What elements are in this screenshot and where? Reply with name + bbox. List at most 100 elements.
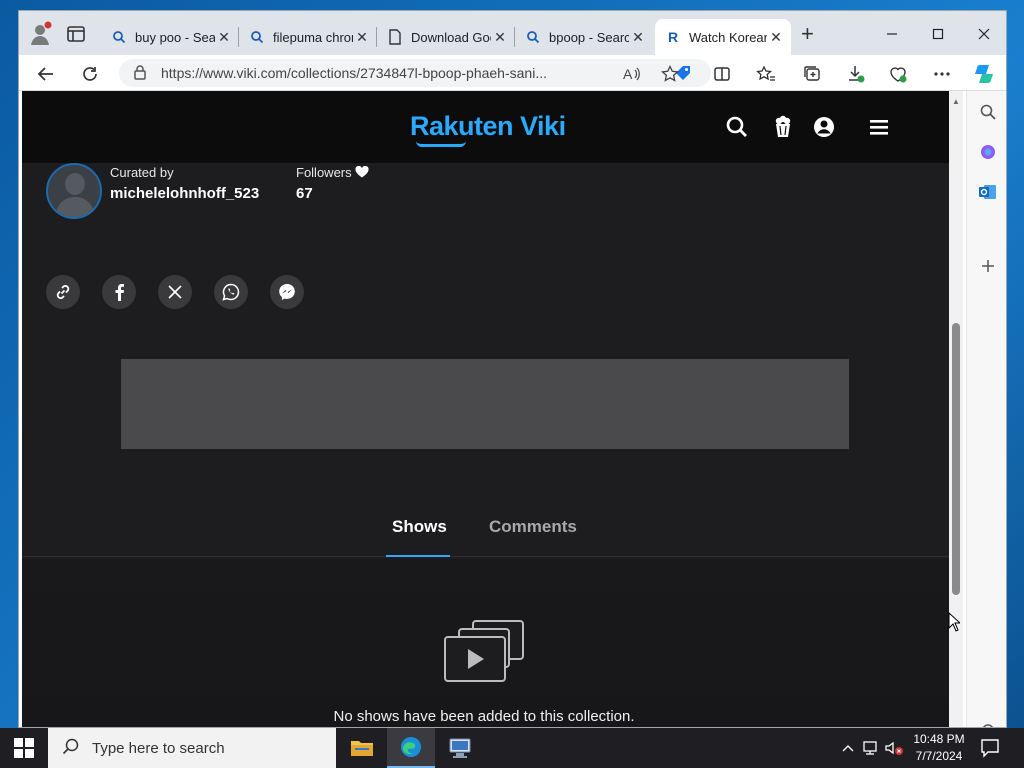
windows-taskbar: Type here to search 10:48 PM 7/7/2024 — [0, 728, 1024, 768]
popcorn-icon[interactable] — [769, 113, 797, 141]
favorite-star-icon[interactable] — [657, 61, 683, 87]
chevron-up-icon[interactable] — [838, 738, 858, 758]
volume-muted-icon[interactable] — [884, 738, 904, 758]
sidebar-copilot-icon[interactable] — [977, 141, 999, 163]
search-icon — [111, 29, 127, 45]
tab-title: filepuma chrome — [273, 29, 353, 45]
avatar-body — [56, 197, 94, 217]
profile-icon[interactable] — [27, 21, 53, 47]
network-icon[interactable] — [861, 738, 881, 758]
brand-name: Rakuten Viki — [410, 111, 566, 141]
taskbar-search-box[interactable]: Type here to search — [48, 728, 336, 768]
browser-tab[interactable]: Download Google ✕ — [377, 19, 515, 55]
search-icon[interactable] — [723, 113, 751, 141]
tab-title: buy poo - Search — [135, 29, 215, 45]
followers-count: 67 — [296, 185, 313, 202]
tab-strip: buy poo - Search ✕ filepuma chrome ✕ Dow… — [19, 11, 1006, 55]
close-tab-icon[interactable]: ✕ — [353, 28, 371, 46]
edge-taskbar-icon[interactable] — [387, 728, 435, 768]
tab-title: bpoop - Search — [549, 29, 629, 45]
browser-tab[interactable]: filepuma chrome ✕ — [239, 19, 377, 55]
curated-by-label: Curated by — [110, 165, 174, 180]
network-app-icon[interactable] — [436, 728, 484, 768]
maximize-button[interactable] — [915, 19, 961, 49]
clock-time: 10:48 PM — [913, 732, 965, 746]
viki-icon: R — [667, 29, 679, 45]
scrollbar-thumb[interactable] — [952, 323, 960, 595]
browser-tab[interactable]: buy poo - Search ✕ — [101, 19, 239, 55]
windows-start-icon[interactable] — [14, 738, 34, 758]
messenger-icon[interactable] — [270, 275, 304, 309]
sidebar-settings-icon[interactable] — [977, 719, 999, 727]
minimize-button[interactable] — [869, 19, 915, 49]
empty-message: No shows have been added to this collect… — [333, 708, 635, 725]
favorites-icon[interactable] — [753, 61, 779, 87]
back-button[interactable] — [33, 61, 59, 87]
viki-logo[interactable]: Rakuten Viki — [410, 111, 566, 147]
page-viewport: Rakuten Viki Curated by michelelohnhoff_… — [22, 91, 949, 727]
curator-name-link[interactable]: michelelohnhoff_523 — [110, 185, 259, 202]
close-tab-icon[interactable]: ✕ — [629, 28, 647, 46]
browser-essentials-icon[interactable] — [885, 61, 911, 87]
svg-text:A: A — [623, 66, 633, 82]
mouse-cursor — [948, 611, 962, 632]
system-clock[interactable]: 10:48 PM 7/7/2024 — [906, 731, 972, 765]
search-icon — [62, 737, 80, 759]
curator-info: Curated by michelelohnhoff_523 Followers… — [46, 163, 926, 233]
lock-icon[interactable] — [133, 64, 149, 83]
close-tab-icon[interactable]: ✕ — [767, 28, 785, 46]
collection-tabs: Shows Comments — [22, 503, 949, 557]
scroll-up-icon[interactable]: ▲ — [952, 97, 960, 106]
sidebar-search-icon[interactable] — [977, 101, 999, 123]
avatar-head — [65, 173, 85, 195]
add-sidebar-app-icon[interactable] — [977, 255, 999, 277]
browser-tab-active[interactable]: R Watch Korean ✕ — [655, 19, 791, 55]
collections-icon[interactable] — [799, 61, 825, 87]
new-tab-button[interactable]: + — [801, 23, 814, 45]
notification-icon[interactable] — [980, 738, 1002, 758]
browser-toolbar: https://www.viki.com/collections/2734847… — [19, 55, 1006, 91]
active-tab-indicator — [386, 555, 450, 557]
facebook-icon[interactable] — [102, 275, 136, 309]
x-twitter-icon[interactable] — [158, 275, 192, 309]
tab-comments[interactable]: Comments — [489, 517, 577, 537]
edge-sidebar — [966, 91, 1006, 727]
logo-swoosh — [416, 141, 466, 147]
browser-tab[interactable]: bpoop - Search ✕ — [515, 19, 653, 55]
close-tab-icon[interactable]: ✕ — [491, 28, 509, 46]
site-header: Rakuten Viki — [22, 91, 949, 163]
empty-shows-state: No shows have been added to this collect… — [22, 559, 949, 727]
clock-date: 7/7/2024 — [915, 749, 963, 763]
tab-title: Download Google — [411, 29, 491, 45]
downloads-icon[interactable] — [843, 61, 869, 87]
hamburger-menu-icon[interactable] — [865, 113, 893, 141]
tab-actions-icon[interactable] — [65, 23, 87, 45]
refresh-button[interactable] — [77, 61, 103, 87]
followers-label: Followers — [296, 165, 369, 180]
read-aloud-icon[interactable]: A — [619, 61, 645, 87]
copy-link-icon[interactable] — [46, 275, 80, 309]
page-scrollbar[interactable]: ▲ — [949, 91, 963, 727]
taskbar-search-placeholder: Type here to search — [92, 739, 225, 757]
browser-window: buy poo - Search ✕ filepuma chrome ✕ Dow… — [18, 10, 1007, 728]
tab-title: Watch Korean — [689, 29, 767, 45]
more-options-icon[interactable] — [929, 61, 955, 87]
outlook-icon[interactable] — [977, 181, 999, 203]
video-stack-icon — [443, 619, 527, 685]
search-icon — [525, 29, 541, 45]
url-text[interactable]: https://www.viki.com/collections/2734847… — [161, 65, 667, 81]
whatsapp-icon[interactable] — [214, 275, 248, 309]
page-icon — [387, 29, 403, 45]
close-tab-icon[interactable]: ✕ — [215, 28, 233, 46]
copilot-icon[interactable] — [971, 61, 997, 87]
ad-banner-placeholder — [121, 359, 849, 449]
file-explorer-icon[interactable] — [338, 728, 386, 768]
split-screen-icon[interactable] — [709, 61, 735, 87]
close-window-button[interactable] — [961, 19, 1006, 49]
heart-icon[interactable] — [355, 165, 369, 178]
search-icon — [249, 29, 265, 45]
tab-shows[interactable]: Shows — [392, 517, 447, 537]
account-icon[interactable] — [810, 113, 838, 141]
followers-text: Followers — [296, 165, 352, 180]
avatar[interactable] — [46, 163, 102, 219]
